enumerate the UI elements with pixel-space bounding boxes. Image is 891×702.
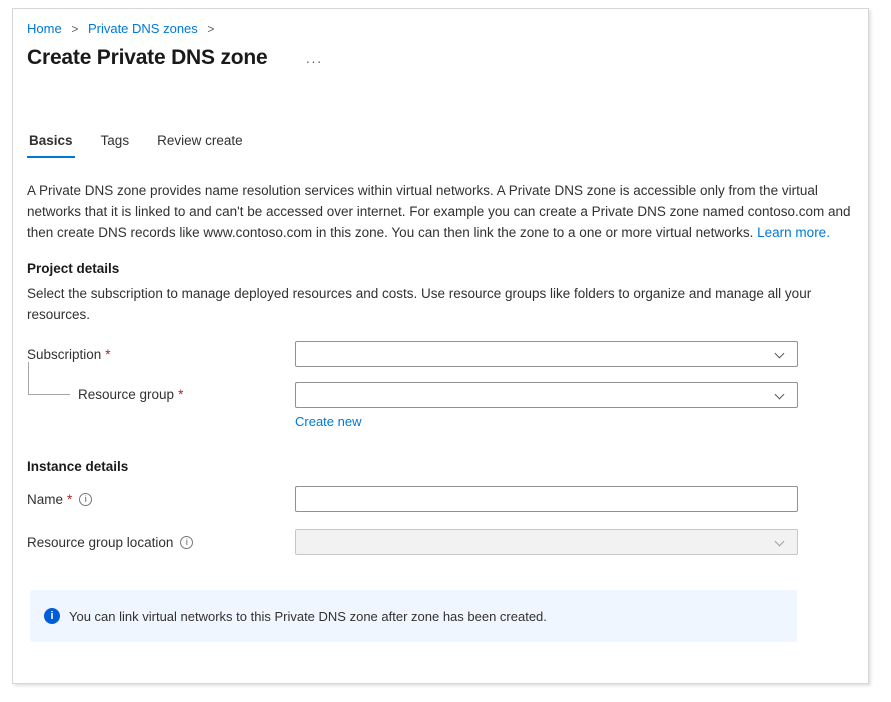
name-input[interactable] xyxy=(295,486,798,512)
project-details-heading: Project details xyxy=(27,261,854,276)
resource-group-location-row: Resource group location i xyxy=(27,529,854,555)
required-asterisk: * xyxy=(105,347,110,362)
resource-group-location-label-cell: Resource group location i xyxy=(27,535,295,550)
resource-group-label-cell: Resource group * xyxy=(27,382,295,402)
chevron-down-icon xyxy=(775,349,785,359)
intro-paragraph: A Private DNS zone provides name resolut… xyxy=(27,180,851,243)
intro-text: A Private DNS zone provides name resolut… xyxy=(27,183,851,240)
subscription-control-cell xyxy=(295,341,798,367)
resource-group-location-control-cell xyxy=(295,529,798,555)
name-control-cell xyxy=(295,486,798,512)
name-label-cell: Name * i xyxy=(27,492,295,507)
breadcrumb-home-link[interactable]: Home xyxy=(27,21,62,36)
tab-basics[interactable]: Basics xyxy=(27,132,75,158)
info-icon[interactable]: i xyxy=(79,493,92,506)
breadcrumb: Home > Private DNS zones > xyxy=(27,21,854,37)
name-label: Name xyxy=(27,492,63,507)
resource-group-location-label: Resource group location xyxy=(27,535,173,550)
resource-group-dropdown[interactable] xyxy=(295,382,798,408)
project-details-description: Select the subscription to manage deploy… xyxy=(27,283,839,325)
resource-group-location-dropdown xyxy=(295,529,798,555)
required-asterisk: * xyxy=(178,387,183,402)
name-row: Name * i xyxy=(27,486,854,512)
resource-group-label: Resource group xyxy=(78,387,174,402)
breadcrumb-separator-icon: > xyxy=(207,22,214,36)
create-new-link[interactable]: Create new xyxy=(295,414,361,429)
breadcrumb-separator-icon: > xyxy=(71,22,78,36)
info-icon[interactable]: i xyxy=(180,536,193,549)
info-banner: i You can link virtual networks to this … xyxy=(30,590,797,642)
chevron-down-icon xyxy=(775,537,785,547)
subscription-dropdown[interactable] xyxy=(295,341,798,367)
tab-tags[interactable]: Tags xyxy=(99,132,132,158)
tab-bar: Basics Tags Review create xyxy=(27,132,854,158)
instance-details-heading: Instance details xyxy=(27,459,854,474)
breadcrumb-private-dns-zones-link[interactable]: Private DNS zones xyxy=(88,21,198,36)
create-private-dns-zone-panel: Home > Private DNS zones > Create Privat… xyxy=(12,8,869,684)
resource-group-row: Resource group * Create new xyxy=(27,382,854,431)
tree-connector xyxy=(28,362,70,395)
subscription-label: Subscription xyxy=(27,347,101,362)
info-banner-text: You can link virtual networks to this Pr… xyxy=(69,609,547,624)
chevron-down-icon xyxy=(775,390,785,400)
page-header: Create Private DNS zone ··· xyxy=(27,46,854,70)
learn-more-link[interactable]: Learn more. xyxy=(757,225,830,240)
subscription-row: Subscription * xyxy=(27,341,854,367)
tab-review-create[interactable]: Review create xyxy=(155,132,245,158)
subscription-label-cell: Subscription * xyxy=(27,347,295,362)
resource-group-control-cell: Create new xyxy=(295,382,798,431)
info-banner-icon: i xyxy=(44,608,60,624)
more-options-icon[interactable]: ··· xyxy=(306,53,323,69)
page-title: Create Private DNS zone xyxy=(27,46,268,70)
required-asterisk: * xyxy=(67,492,72,507)
